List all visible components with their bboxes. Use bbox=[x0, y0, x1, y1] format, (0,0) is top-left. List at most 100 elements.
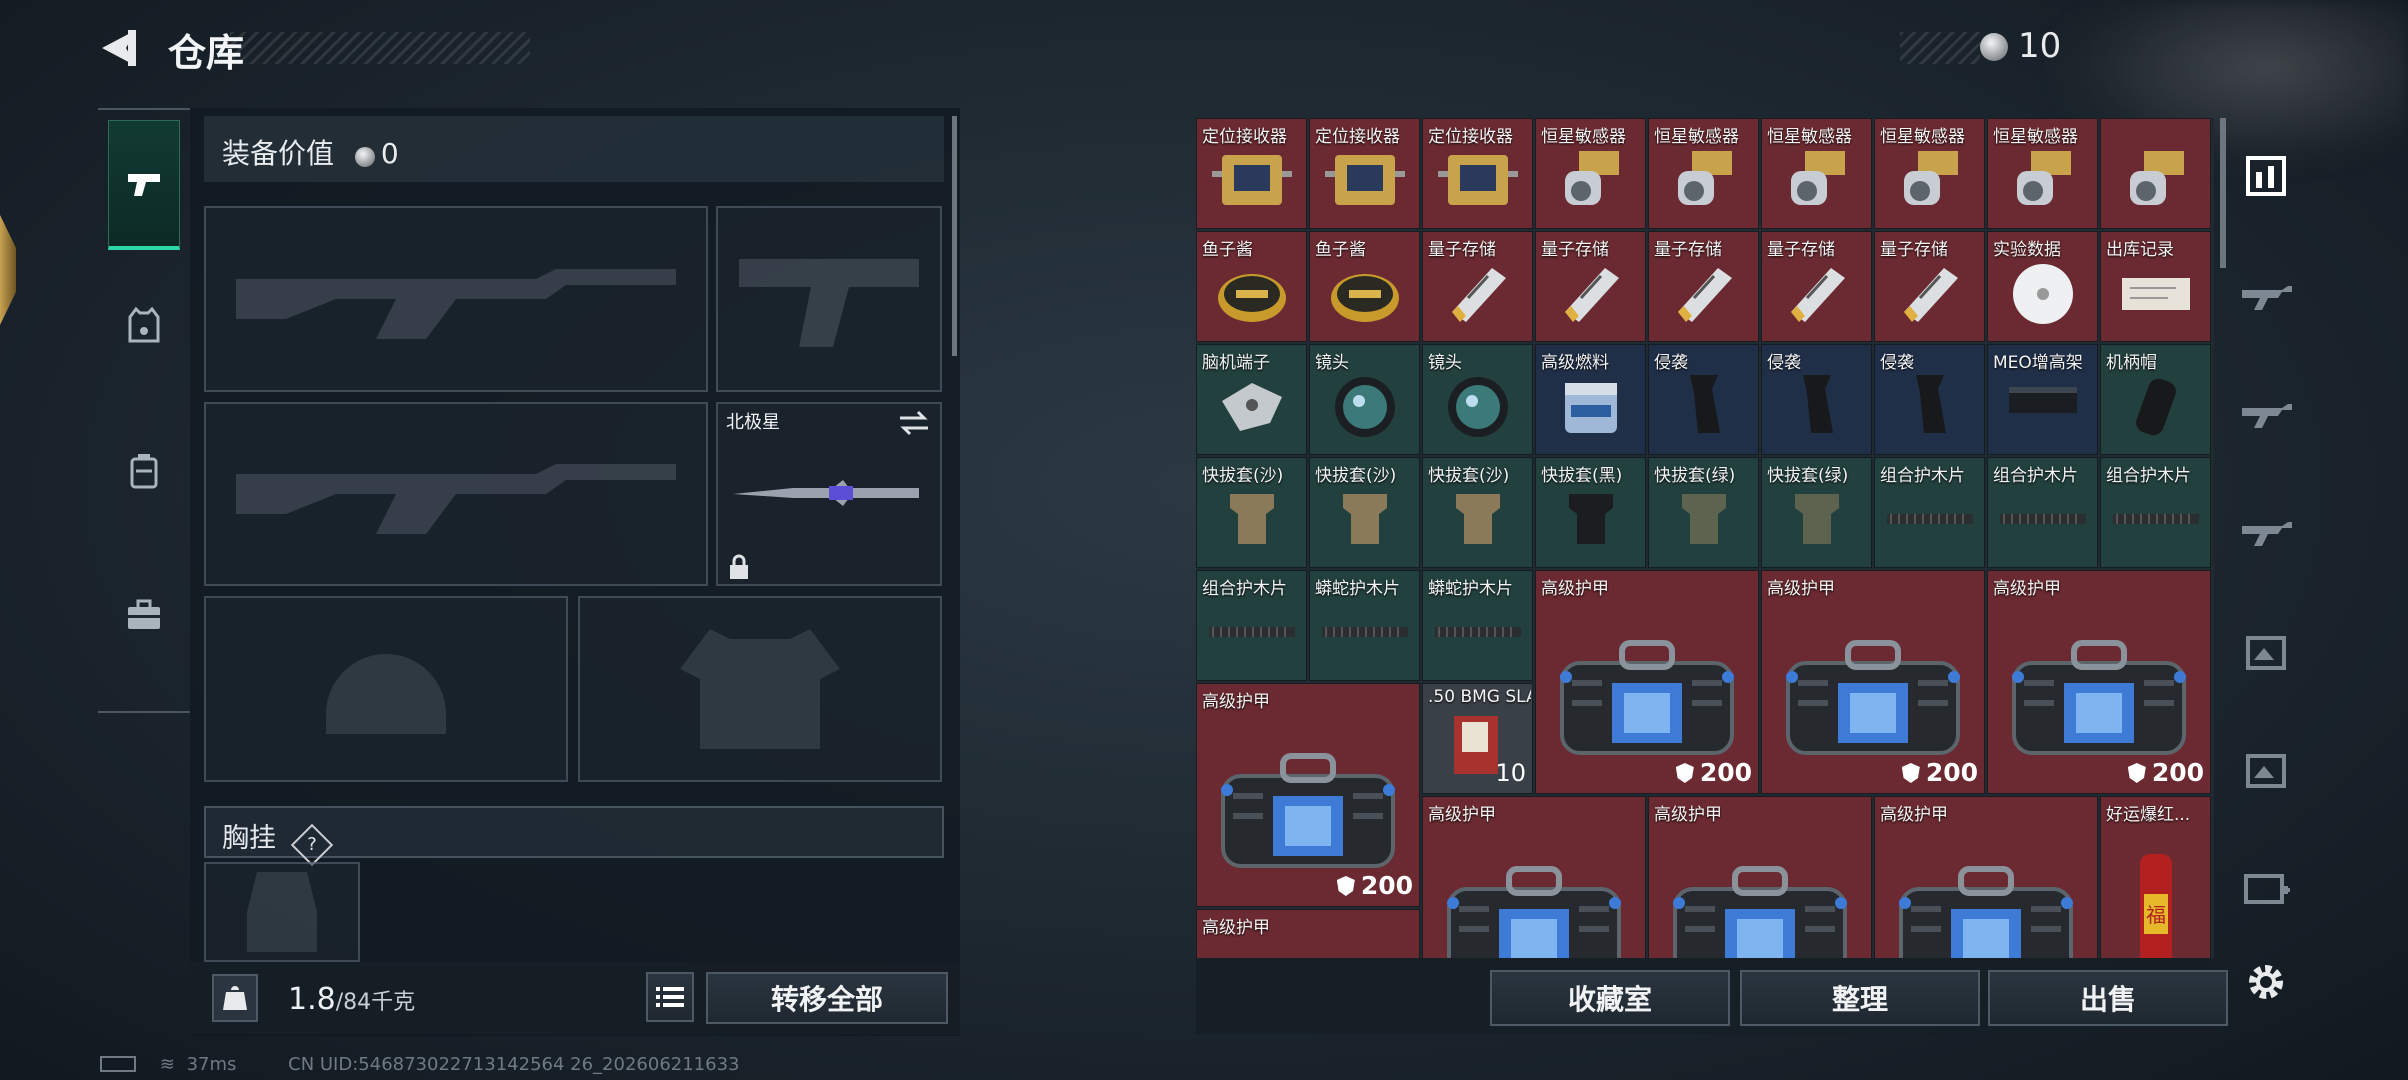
item-name: 脑机端子 bbox=[1202, 353, 1270, 373]
medkit-icon bbox=[2244, 874, 2290, 904]
medical-filter[interactable] bbox=[2238, 860, 2294, 916]
collection-room-button[interactable]: 收藏室 bbox=[1490, 970, 1730, 1026]
inventory-item[interactable]: 蟒蛇护木片 bbox=[1309, 570, 1420, 681]
inventory-item[interactable]: 恒星敏感器 bbox=[1761, 118, 1872, 229]
item-name: 蟒蛇护木片 bbox=[1428, 579, 1513, 599]
inventory-item[interactable]: 定位接收器 bbox=[1309, 118, 1420, 229]
help-icon[interactable]: ? bbox=[290, 823, 333, 867]
primary-weapon-slot[interactable] bbox=[204, 206, 708, 392]
tab-armor[interactable] bbox=[108, 260, 180, 390]
body-armor-slot[interactable] bbox=[578, 596, 942, 782]
inventory-item[interactable]: 定位接收器 bbox=[1196, 118, 1307, 229]
melee-slot[interactable]: 北极星 bbox=[716, 402, 942, 586]
tab-weapons[interactable] bbox=[108, 120, 180, 250]
inventory-item[interactable]: 脑机端子 bbox=[1196, 344, 1307, 455]
inventory-item[interactable]: 量子存储 bbox=[1422, 231, 1533, 342]
inventory-grid: 定位接收器 定位接收器 定位接收器 恒星敏感器 恒星敏感器 恒星敏感器 恒星敏感器 恒星敏感器… bbox=[1196, 118, 2214, 958]
inventory-item[interactable]: 高级护甲 200 bbox=[1987, 570, 2211, 794]
inventory-item[interactable]: 高级燃料 bbox=[1535, 344, 1646, 455]
attachment-icon bbox=[2246, 636, 2286, 670]
grip-icon bbox=[1890, 371, 1970, 445]
inventory-item[interactable]: 快拔套(黑) bbox=[1535, 457, 1646, 568]
inventory-item[interactable]: 组合护木片 bbox=[2100, 457, 2211, 568]
all-items-filter[interactable] bbox=[2238, 148, 2294, 204]
armor-icon bbox=[1439, 859, 1629, 958]
inventory-item[interactable]: 快拔套(绿) bbox=[1761, 457, 1872, 568]
inventory-item[interactable]: 恒星敏感器 bbox=[1874, 118, 1985, 229]
helmet-slot[interactable] bbox=[204, 596, 568, 782]
sensor-icon bbox=[1777, 145, 1857, 219]
inventory-item[interactable]: 快拔套(绿) bbox=[1648, 457, 1759, 568]
battery-icon bbox=[100, 1056, 136, 1072]
inventory-item[interactable]: 高级护甲 bbox=[1874, 796, 2098, 958]
weapon-filter-1[interactable] bbox=[2238, 268, 2294, 324]
inventory-item[interactable]: 高级护甲 bbox=[1648, 796, 1872, 958]
inventory-item[interactable]: .50 BMG SLAP 10 bbox=[1422, 683, 1533, 794]
inventory-item[interactable]: 快拔套(沙) bbox=[1422, 457, 1533, 568]
chest-rig-slot[interactable] bbox=[204, 862, 360, 962]
inventory-item[interactable]: 鱼子酱 bbox=[1196, 231, 1307, 342]
inventory-item[interactable]: 组合护木片 bbox=[1987, 457, 2098, 568]
inventory-item[interactable]: 组合护木片 bbox=[1874, 457, 1985, 568]
list-view-button[interactable] bbox=[646, 972, 694, 1022]
rig-silhouette-icon bbox=[247, 872, 317, 952]
cap-icon bbox=[2116, 371, 2196, 445]
tab-backpack[interactable] bbox=[108, 406, 180, 536]
lens-icon bbox=[1438, 371, 1518, 445]
inventory-item[interactable]: 侵袭 bbox=[1761, 344, 1872, 455]
sell-button[interactable]: 出售 bbox=[1988, 970, 2228, 1026]
inventory-item[interactable]: 高级护甲 bbox=[1422, 796, 1646, 958]
inventory-item[interactable]: 恒星敏感器 bbox=[1648, 118, 1759, 229]
inventory-item[interactable]: 恒星敏感器 bbox=[1987, 118, 2098, 229]
inventory-item[interactable]: 镜头 bbox=[1422, 344, 1533, 455]
inventory-item[interactable]: 量子存储 bbox=[1874, 231, 1985, 342]
inventory-item[interactable]: 定位接收器 bbox=[1422, 118, 1533, 229]
inventory-item[interactable]: 机柄帽 bbox=[2100, 344, 2211, 455]
receiver-icon bbox=[1211, 145, 1292, 219]
inventory-item[interactable]: 量子存储 bbox=[1648, 231, 1759, 342]
inventory-item[interactable]: 量子存储 bbox=[1761, 231, 1872, 342]
inventory-item[interactable] bbox=[2100, 118, 2211, 229]
inventory-item[interactable]: 快拔套(沙) bbox=[1309, 457, 1420, 568]
weapon-filter-3[interactable] bbox=[2238, 504, 2294, 560]
inventory-item[interactable]: 出库记录 bbox=[2100, 231, 2211, 342]
loadout-scrollbar[interactable] bbox=[952, 116, 957, 356]
item-name: 蟒蛇护木片 bbox=[1315, 579, 1400, 599]
rifle-icon bbox=[2242, 286, 2292, 310]
inventory-item[interactable]: 高级护甲 200 bbox=[1196, 683, 1420, 907]
transfer-all-button[interactable]: 转移全部 bbox=[706, 972, 948, 1024]
weapon-filter-2[interactable] bbox=[2238, 386, 2294, 442]
uid-text: CN UID:546873022713142564 26_20260621163… bbox=[288, 1054, 740, 1075]
gear-filter[interactable] bbox=[2238, 742, 2294, 798]
inventory-item[interactable]: 高级护甲 bbox=[1196, 909, 1420, 958]
durability-value: 200 bbox=[1901, 758, 1978, 787]
inventory-item[interactable]: 高级护甲 200 bbox=[1535, 570, 1759, 794]
inventory-item[interactable]: 侵袭 bbox=[1874, 344, 1985, 455]
secondary-weapon-slot[interactable] bbox=[204, 402, 708, 586]
inventory-item[interactable]: 镜头 bbox=[1309, 344, 1420, 455]
tab-case[interactable] bbox=[108, 550, 180, 680]
inventory-item[interactable]: 高级护甲 200 bbox=[1761, 570, 1985, 794]
swap-icon[interactable] bbox=[898, 410, 930, 436]
attachment-filter[interactable] bbox=[2238, 624, 2294, 680]
inventory-item[interactable]: 鱼子酱 bbox=[1309, 231, 1420, 342]
pouch-tan-icon bbox=[1325, 484, 1405, 558]
inventory-item[interactable]: MEO增高架 bbox=[1987, 344, 2098, 455]
inventory-item[interactable]: 快拔套(沙) bbox=[1196, 457, 1307, 568]
inventory-item[interactable]: 恒星敏感器 bbox=[1535, 118, 1646, 229]
inventory-item[interactable]: 实验数据 bbox=[1987, 231, 2098, 342]
inventory-item[interactable]: 侵袭 bbox=[1648, 344, 1759, 455]
back-button[interactable] bbox=[96, 26, 142, 70]
sidearm-slot[interactable] bbox=[716, 206, 942, 392]
inventory-item[interactable]: 好运爆红... 福 bbox=[2100, 796, 2211, 958]
inventory-item[interactable]: 量子存储 bbox=[1535, 231, 1646, 342]
currency-value: 10 bbox=[2018, 26, 2062, 66]
item-name: 高级护甲 bbox=[1654, 805, 1722, 825]
inventory-item[interactable]: 蟒蛇护木片 bbox=[1422, 570, 1533, 681]
item-name: 定位接收器 bbox=[1202, 127, 1287, 147]
organize-button[interactable]: 整理 bbox=[1740, 970, 1980, 1026]
item-name: 快拔套(沙) bbox=[1315, 466, 1397, 486]
settings-button[interactable] bbox=[2238, 954, 2294, 1010]
inventory-item[interactable]: 组合护木片 bbox=[1196, 570, 1307, 681]
weight-button[interactable] bbox=[212, 974, 258, 1022]
